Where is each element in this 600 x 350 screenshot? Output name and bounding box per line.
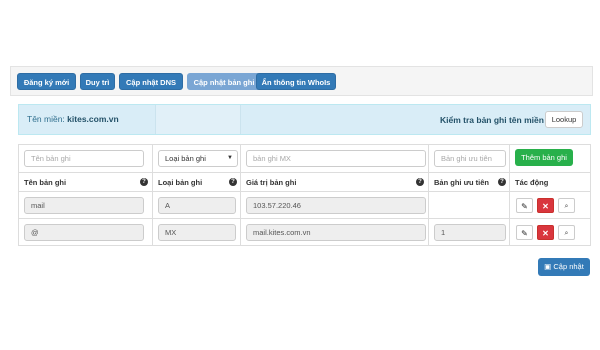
register-new-button[interactable]: Đăng ký mới xyxy=(17,73,76,90)
question-circle-icon[interactable]: ? xyxy=(229,178,237,186)
row-divider xyxy=(18,218,591,219)
column-header-type: Loại bản ghi xyxy=(158,178,203,187)
record-value-input[interactable]: bản ghi MX xyxy=(246,150,426,167)
record-type-field[interactable]: MX xyxy=(158,224,236,241)
save-label: Cập nhật xyxy=(553,262,584,271)
hide-whois-button[interactable]: Ẩn thông tin WhoIs xyxy=(256,73,336,90)
update-dns-button[interactable]: Cập nhật DNS xyxy=(119,73,183,90)
renew-button[interactable]: Duy trì xyxy=(80,73,115,90)
record-value-field[interactable]: 103.57.220.46 xyxy=(246,197,426,214)
add-record-button[interactable]: Thêm bản ghi xyxy=(515,149,573,166)
domain-info-bar: Tên miền: kites.com.vn Kiểm tra bản ghi … xyxy=(18,104,591,135)
pencil-icon[interactable]: ✎ xyxy=(516,225,533,240)
record-value-field[interactable]: mail.kites.com.vn xyxy=(246,224,426,241)
question-circle-icon[interactable]: ? xyxy=(140,178,148,186)
row-divider xyxy=(18,191,591,192)
record-name-field[interactable]: mail xyxy=(24,197,144,214)
caret-down-icon: ▼ xyxy=(227,155,233,161)
row-divider xyxy=(18,172,591,173)
record-type-selected: Loại bản ghi xyxy=(165,154,206,163)
domain-label: Tên miền: xyxy=(27,114,65,124)
column-divider xyxy=(509,144,510,246)
domain-info-panel xyxy=(155,105,241,134)
floppy-disk-icon: ▣ xyxy=(544,262,552,271)
record-priority-field[interactable]: 1 xyxy=(434,224,506,241)
record-priority-input[interactable]: Bản ghi ưu tiên xyxy=(434,150,506,167)
column-header-priority: Bản ghi ưu tiên xyxy=(434,178,490,187)
column-divider xyxy=(152,144,153,246)
action-toolbar: Đăng ký mới Duy trì Cập nhật DNS Cập nhậ… xyxy=(10,66,593,96)
record-type-select[interactable]: Loại bản ghi ▼ xyxy=(158,150,238,167)
close-icon[interactable]: ✕ xyxy=(537,225,554,240)
column-header-value: Giá trị bản ghi xyxy=(246,178,297,187)
save-button[interactable]: ▣ Cập nhật xyxy=(538,258,590,276)
record-name-input[interactable]: Tên bản ghi xyxy=(24,150,144,167)
check-records-label: Kiểm tra bản ghi tên miền xyxy=(440,115,544,125)
question-circle-icon[interactable]: ? xyxy=(416,178,424,186)
column-header-actions: Tác động xyxy=(515,178,549,187)
record-type-field[interactable]: A xyxy=(158,197,236,214)
search-icon[interactable]: ⌕ xyxy=(558,198,575,213)
close-icon[interactable]: ✕ xyxy=(537,198,554,213)
domain-value: kites.com.vn xyxy=(67,114,119,124)
pencil-icon[interactable]: ✎ xyxy=(516,198,533,213)
lookup-button[interactable]: Lookup xyxy=(545,111,583,128)
record-name-field[interactable]: @ xyxy=(24,224,144,241)
update-records-button[interactable]: Cập nhật bản ghi xyxy=(187,73,261,90)
column-divider xyxy=(240,144,241,246)
question-circle-icon[interactable]: ? xyxy=(498,178,506,186)
column-header-name: Tên bản ghi xyxy=(24,178,67,187)
domain-name: Tên miền: kites.com.vn xyxy=(27,114,119,124)
search-icon[interactable]: ⌕ xyxy=(558,225,575,240)
column-divider xyxy=(428,144,429,246)
